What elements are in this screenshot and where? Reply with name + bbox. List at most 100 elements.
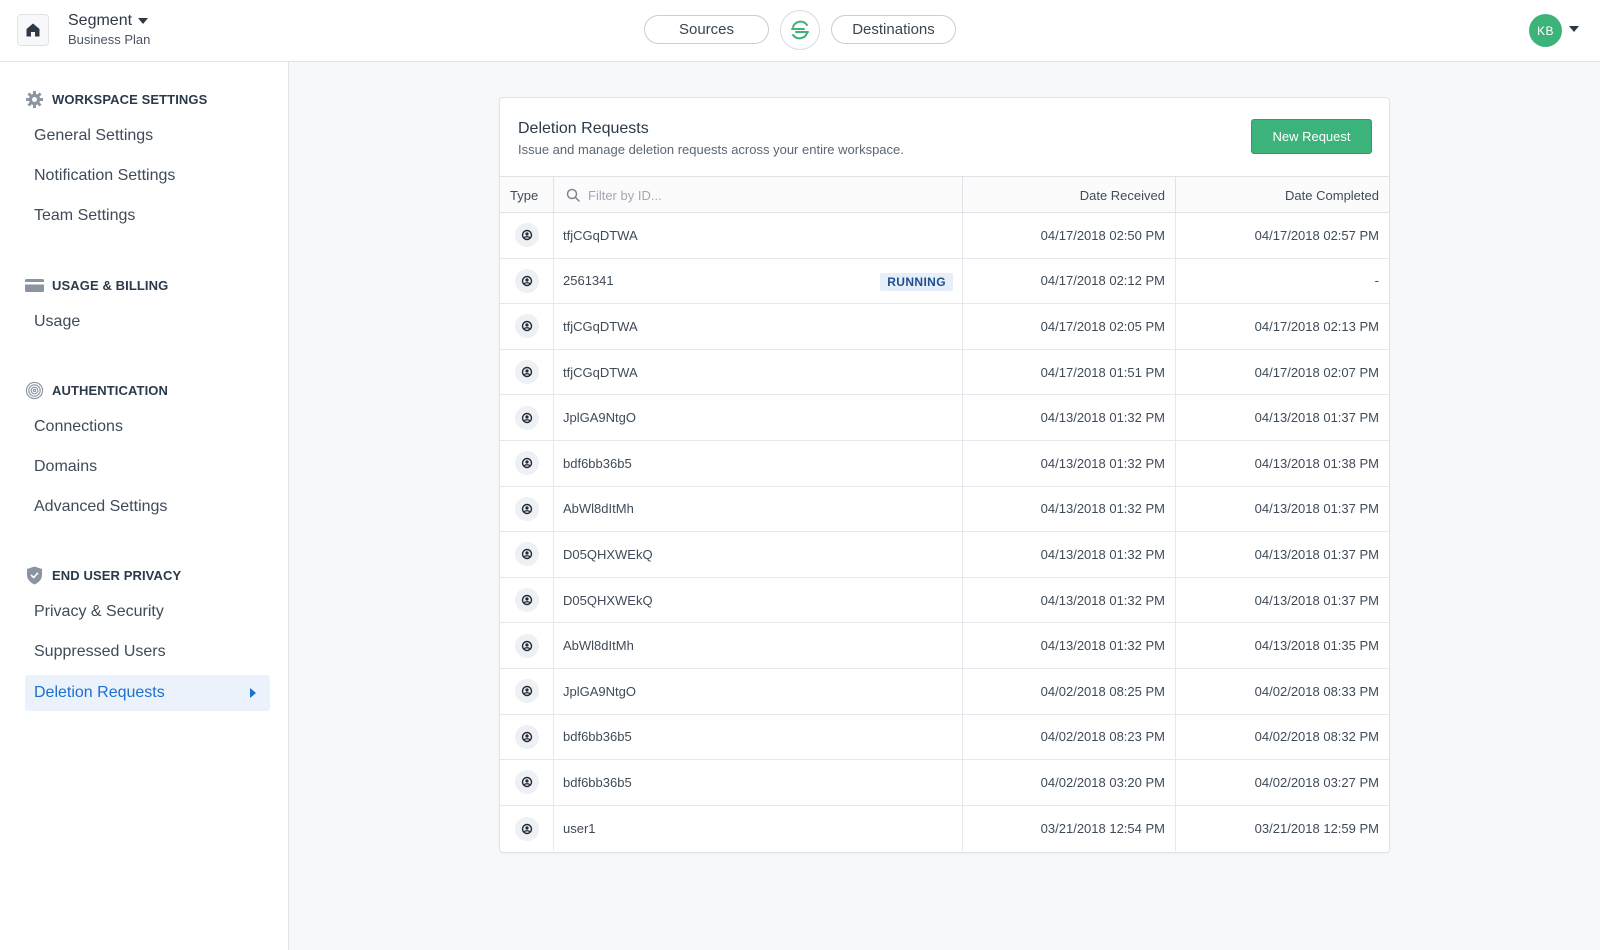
date-received-cell: 04/17/2018 02:05 PM: [962, 304, 1175, 349]
account-menu-chevron-icon[interactable]: [1569, 26, 1579, 32]
type-cell: [500, 259, 553, 304]
request-id: JplGA9NtgO: [563, 683, 636, 699]
destinations-button[interactable]: Destinations: [831, 15, 956, 44]
home-button[interactable]: [17, 14, 49, 46]
workspace-switcher[interactable]: Segment: [68, 12, 149, 30]
sidebar-item-label: Deletion Requests: [34, 684, 165, 701]
workspace-name: Segment: [68, 12, 133, 29]
id-cell: bdf6bb36b5: [553, 760, 962, 805]
user-type-icon: [514, 360, 539, 385]
table-row[interactable]: bdf6bb36b5 04/13/2018 01:32 PM 04/13/2018 …: [500, 440, 1389, 487]
sidebar-item-usage[interactable]: Usage: [25, 304, 270, 340]
type-cell: [500, 578, 553, 623]
date-received-cell: 04/13/2018 01:32 PM: [962, 532, 1175, 577]
type-cell: [500, 487, 553, 532]
segment-logo-button[interactable]: [780, 10, 820, 50]
shield-icon: [25, 566, 44, 585]
request-id: bdf6bb36b5: [563, 455, 632, 471]
type-cell: [500, 441, 553, 486]
user-type-icon: [514, 770, 539, 795]
id-cell: JplGA9NtgO: [553, 395, 962, 440]
user-type-icon: [514, 405, 539, 430]
segment-logo-icon: [791, 20, 809, 40]
section-title-label: WORKSPACE SETTINGS: [52, 92, 208, 107]
date-completed-cell: 04/17/2018 02:57 PM: [1175, 213, 1389, 258]
sidebar-item-connections[interactable]: Connections: [25, 409, 270, 445]
deletion-requests-table: Type Date Received Date Completed tfjCGq…: [500, 176, 1389, 852]
sidebar-item-general-settings[interactable]: General Settings: [25, 118, 270, 154]
date-received-cell: 04/02/2018 08:23 PM: [962, 714, 1175, 760]
section-title-label: AUTHENTICATION: [52, 383, 168, 398]
table-row[interactable]: AbWl8dItMh 04/13/2018 01:32 PM 04/13/2018 …: [500, 623, 1389, 669]
request-id: bdf6bb36b5: [563, 774, 632, 790]
id-cell: bdf6bb36b5: [553, 440, 962, 486]
request-id: AbWl8dItMh: [563, 501, 634, 517]
id-cell: AbWl8dItMh: [553, 623, 962, 668]
id-cell: user1: [553, 805, 962, 852]
table-row[interactable]: 2561341 RUNNING 04/17/2018 02:12 PM -: [500, 258, 1389, 305]
date-received-cell: 04/17/2018 02:12 PM: [962, 258, 1175, 304]
user-type-icon: [514, 724, 539, 749]
home-icon: [26, 23, 40, 37]
request-id: tfjCGqDTWA: [563, 318, 638, 334]
table-row[interactable]: tfjCGqDTWA 04/17/2018 01:51 PM 04/17/2018 …: [500, 349, 1389, 396]
date-received-cell: 04/17/2018 02:50 PM: [962, 213, 1175, 258]
table-row[interactable]: bdf6bb36b5 04/02/2018 03:20 PM 04/02/2018 …: [500, 760, 1389, 806]
user-type-icon: [514, 542, 539, 567]
chevron-right-icon: [250, 688, 256, 698]
id-cell: JplGA9NtgO: [553, 668, 962, 714]
request-id: D05QHXWEkQ: [563, 592, 653, 608]
date-completed-cell: 04/13/2018 01:35 PM: [1175, 623, 1389, 668]
table-row[interactable]: tfjCGqDTWA 04/17/2018 02:50 PM 04/17/2018 …: [500, 213, 1389, 259]
new-request-button[interactable]: New Request: [1251, 119, 1372, 154]
id-cell: bdf6bb36b5: [553, 714, 962, 760]
table-row[interactable]: user1 03/21/2018 12:54 PM 03/21/2018 12:59…: [500, 805, 1389, 852]
filter-by-id-field[interactable]: [553, 177, 962, 213]
type-cell: [500, 213, 553, 258]
column-header-date-completed[interactable]: Date Completed: [1175, 177, 1389, 213]
type-cell: [500, 806, 553, 852]
id-cell: AbWl8dItMh: [553, 486, 962, 532]
id-cell: tfjCGqDTWA: [553, 213, 962, 258]
id-cell: 2561341 RUNNING: [553, 258, 962, 304]
request-id: 2561341: [563, 273, 614, 289]
sidebar-item-domains[interactable]: Domains: [25, 449, 270, 485]
filter-by-id-input[interactable]: [588, 187, 928, 203]
date-completed-cell: 04/13/2018 01:37 PM: [1175, 486, 1389, 532]
section-end-user-privacy: END USER PRIVACY: [25, 566, 181, 585]
workspace-plan: Business Plan: [68, 32, 151, 47]
type-cell: [500, 669, 553, 714]
request-id: user1: [563, 821, 596, 837]
date-received-cell: 04/02/2018 08:25 PM: [962, 668, 1175, 714]
sidebar-item-team-settings[interactable]: Team Settings: [25, 198, 270, 234]
date-received-cell: 04/02/2018 03:20 PM: [962, 760, 1175, 805]
date-completed-cell: 04/13/2018 01:37 PM: [1175, 532, 1389, 577]
table-row[interactable]: JplGA9NtgO 04/13/2018 01:32 PM 04/13/2018 …: [500, 395, 1389, 441]
table-row[interactable]: bdf6bb36b5 04/02/2018 08:23 PM 04/02/2018 …: [500, 714, 1389, 761]
status-badge: RUNNING: [880, 272, 953, 291]
sidebar-item-notification-settings[interactable]: Notification Settings: [25, 158, 270, 194]
sidebar-item-privacy-security[interactable]: Privacy & Security: [25, 594, 270, 630]
date-completed-cell: 04/02/2018 08:33 PM: [1175, 668, 1389, 714]
credit-card-icon: [25, 276, 44, 295]
date-received-cell: 03/21/2018 12:54 PM: [962, 805, 1175, 852]
table-row[interactable]: D05QHXWEkQ 04/13/2018 01:32 PM 04/13/2018 …: [500, 532, 1389, 578]
sidebar-item-advanced-settings[interactable]: Advanced Settings: [25, 489, 270, 525]
date-completed-cell: 03/21/2018 12:59 PM: [1175, 805, 1389, 852]
id-cell: D05QHXWEkQ: [553, 577, 962, 623]
date-completed-cell: 04/17/2018 02:13 PM: [1175, 304, 1389, 349]
table-row[interactable]: AbWl8dItMh 04/13/2018 01:32 PM 04/13/2018 …: [500, 486, 1389, 533]
type-cell: [500, 623, 553, 668]
avatar[interactable]: KB: [1529, 14, 1562, 47]
column-header-date-received[interactable]: Date Received: [962, 177, 1175, 213]
table-row[interactable]: D05QHXWEkQ 04/13/2018 01:32 PM 04/13/2018 …: [500, 577, 1389, 624]
sidebar-item-suppressed-users[interactable]: Suppressed Users: [25, 634, 270, 670]
user-type-icon: [514, 314, 539, 339]
fingerprint-icon: [25, 381, 44, 400]
user-type-icon: [514, 816, 539, 841]
table-row[interactable]: tfjCGqDTWA 04/17/2018 02:05 PM 04/17/2018 …: [500, 304, 1389, 350]
date-received-cell: 04/13/2018 01:32 PM: [962, 577, 1175, 623]
sidebar-item-deletion-requests[interactable]: Deletion Requests: [25, 675, 270, 711]
sources-button[interactable]: Sources: [644, 15, 769, 44]
table-row[interactable]: JplGA9NtgO 04/02/2018 08:25 PM 04/02/2018 …: [500, 668, 1389, 715]
